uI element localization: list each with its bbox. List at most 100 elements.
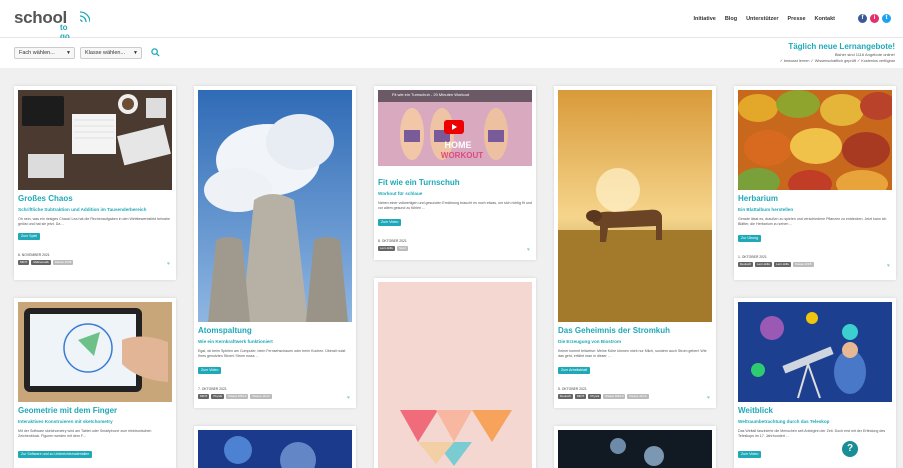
promo-title: Täglich neue Lernangebote! — [788, 42, 895, 51]
instagram-icon[interactable]: i — [870, 14, 879, 23]
card-stromkuh[interactable]: Das Geheimnis der Stromkuh Die Erzeugung… — [554, 86, 716, 408]
tag[interactable]: Lern-Hilfe — [774, 262, 792, 267]
card-action-button[interactable]: Zur Übung — [738, 235, 761, 242]
card-tags: MINT Physik Klasse 8/9/10 Klasse 11/12 — [198, 394, 272, 399]
card-date: 8. OKTOBER 2021 — [378, 239, 407, 243]
tag[interactable]: Lern-Hilfe — [378, 246, 396, 251]
card-tags: Deutsch Lern-Hilfe Lern-Hilfe Klasse 3/4… — [738, 262, 814, 267]
help-button[interactable]: ? — [842, 441, 858, 457]
card-weitblick[interactable]: Weitblick Weltraumbetrachtung durch das … — [734, 298, 896, 468]
nav-initiative[interactable]: Initiative — [694, 16, 716, 22]
card-action-button[interactable]: Zum Video — [738, 451, 762, 458]
video-title: Fit wie ein Turnschuh - 20 Minuten Worko… — [392, 92, 470, 97]
promo-box: Täglich neue Lernangebote! Bisher sind 1… — [780, 42, 895, 63]
social-links: f i t — [858, 14, 891, 23]
card-description: Gerade lässt es, draußen zu spielen und … — [738, 217, 887, 226]
card-bottom-dark[interactable] — [554, 426, 716, 468]
card-title[interactable]: Großes Chaos — [18, 194, 73, 203]
subject-select-label: Fach wählen... — [19, 50, 55, 56]
heart-icon[interactable]: ♥ — [527, 247, 530, 253]
tag[interactable]: Klasse 3/4/5 — [52, 260, 74, 265]
card-subtitle: Wie ein Kernkraftwerk funktioniert — [198, 339, 273, 344]
card-image — [18, 90, 172, 190]
card-grosses-chaos[interactable]: Großes Chaos Schriftliche Subtraktion un… — [14, 86, 176, 280]
heart-icon[interactable]: ♥ — [707, 395, 710, 401]
card-geometrie[interactable]: Geometrie mit dem Finger Interaktives Ko… — [14, 298, 176, 468]
nav-contact[interactable]: Kontakt — [815, 16, 835, 22]
tag[interactable]: Klasse 8/9/10 — [603, 394, 626, 399]
tag[interactable]: Klasse 3/4/5 — [793, 262, 814, 267]
card-atomspaltung[interactable]: Atomspaltung Wie ein Kernkraftwerk funkt… — [194, 86, 356, 408]
card-action-button[interactable]: Zur Software und zu Unterrichtsmateriali… — [18, 451, 93, 458]
play-icon[interactable] — [444, 120, 464, 134]
card-title[interactable]: Geometrie mit dem Finger — [18, 406, 117, 415]
card-herbarium[interactable]: Herbarium Ein Blattalbum herstellen Gera… — [734, 86, 896, 280]
tag[interactable]: Deutsch — [558, 394, 574, 399]
card-tags: Lern-Hilfe Sport — [378, 246, 409, 251]
card-action-button[interactable]: Zum Video — [378, 219, 402, 226]
card-action-button[interactable]: Zum Spiel — [18, 233, 41, 240]
card-subtitle: Ein Blattalbum herstellen — [738, 207, 794, 212]
nav-blog[interactable]: Blog — [725, 16, 737, 22]
card-description: Egal, ob beim Spielen am Computer, beim … — [198, 349, 346, 358]
card-title[interactable]: Atomspaltung — [198, 326, 252, 335]
chevron-down-icon: ▼ — [133, 50, 138, 56]
subject-select[interactable]: Fach wählen... ▼ — [14, 47, 75, 59]
tag[interactable]: MINT — [198, 394, 210, 399]
card-action-button[interactable]: Zum Video — [198, 367, 222, 374]
card-pastel-triangles[interactable] — [374, 278, 536, 468]
tag[interactable]: Sport — [397, 246, 409, 251]
tag[interactable]: Klasse 11/12 — [627, 394, 649, 399]
card-tags: Deutsch MINT Physik Klasse 8/9/10 Klasse… — [558, 394, 649, 399]
card-description: Das Weltall faszinierte die Menschen sei… — [738, 429, 886, 438]
card-image — [198, 430, 352, 468]
card-action-button[interactable]: Zum Arbeitsblatt — [558, 367, 590, 374]
card-subtitle: Schriftliche Subtraktion und Addition im… — [18, 207, 147, 212]
card-title[interactable]: Weitblick — [738, 406, 773, 415]
card-title[interactable]: Das Geheimnis der Stromkuh — [558, 326, 670, 335]
video-embed[interactable]: HOME WORKOUT Fit wie ein Turnschuh - 20 … — [378, 90, 532, 166]
tag[interactable]: Klasse 11/12 — [250, 394, 272, 399]
card-image — [198, 90, 352, 322]
card-image — [738, 302, 892, 402]
card-fit-wie-ein-turnschuh[interactable]: HOME WORKOUT Fit wie ein Turnschuh - 20 … — [374, 86, 536, 260]
tag[interactable]: Physik — [211, 394, 225, 399]
card-subtitle: Die Erzeugung von Biostrom — [558, 339, 622, 344]
grade-select[interactable]: Klasse wählen... ▼ — [80, 47, 142, 59]
facebook-icon[interactable]: f — [858, 14, 867, 23]
main-nav: Initiative Blog Unterstützer Presse Kont… — [694, 16, 835, 22]
promo-checks: ✓ bewusst lernen ✓ Wissenschaftlich gepr… — [779, 59, 895, 63]
card-tags: MINT Mathematik Klasse 3/4/5 — [18, 260, 74, 265]
promo-subtitle: Bisher sind 1116 Angebote online! — [834, 52, 895, 57]
nav-supporters[interactable]: Unterstützer — [746, 16, 778, 22]
card-description: Mit der Software sketchometry wird am Ta… — [18, 429, 152, 438]
svg-text:HOME: HOME — [445, 140, 472, 150]
heart-icon[interactable]: ♥ — [167, 261, 170, 267]
nav-press[interactable]: Presse — [787, 16, 805, 22]
card-bottom-lights[interactable] — [194, 426, 356, 468]
card-description: Oh nein, was ein riesiges Chaos! Lea hat… — [18, 217, 170, 226]
search-icon[interactable] — [151, 48, 160, 57]
card-title[interactable]: Herbarium — [738, 194, 778, 203]
tag[interactable]: Klasse 8/9/10 — [226, 394, 249, 399]
card-date: 5. OKTOBER 2021 — [558, 387, 587, 391]
twitter-icon[interactable]: t — [882, 14, 891, 23]
heart-icon[interactable]: ♥ — [347, 395, 350, 401]
heart-icon[interactable]: ♥ — [887, 263, 890, 269]
site-logo[interactable]: school to go — [14, 8, 90, 41]
card-date: 7. OKTOBER 2021 — [198, 387, 227, 391]
tag[interactable]: Deutsch — [738, 262, 754, 267]
tag[interactable]: Physik — [588, 394, 602, 399]
tag[interactable]: Mathematik — [31, 260, 51, 265]
card-title[interactable]: Fit wie ein Turnschuh — [378, 178, 460, 187]
tag[interactable]: Lern-Hilfe — [755, 262, 773, 267]
card-date: 6. NOVEMBER 2021 — [18, 253, 50, 257]
card-subtitle: Interaktives Konstruieren mit sketchomet… — [18, 419, 113, 424]
card-subtitle: Workout für schlaue — [378, 191, 423, 196]
card-description: Keiner kommt teilweise: Meine Kühe könne… — [558, 349, 707, 358]
tag[interactable]: MINT — [575, 394, 587, 399]
tag[interactable]: MINT — [18, 260, 30, 265]
chevron-down-icon: ▼ — [66, 50, 71, 56]
card-image — [558, 90, 712, 322]
card-image — [378, 282, 532, 468]
